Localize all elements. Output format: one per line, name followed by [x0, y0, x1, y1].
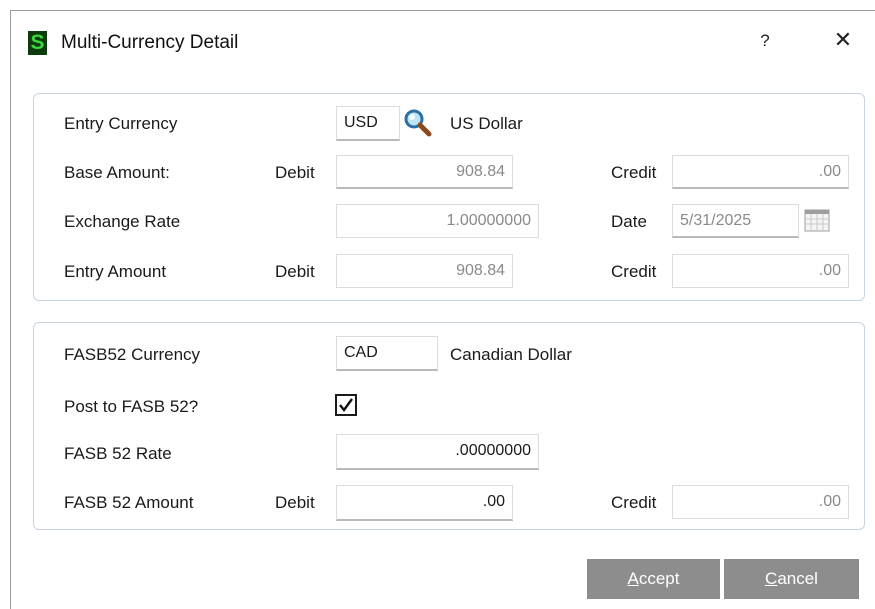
fasb52-rate-label: FASB 52 Rate	[64, 444, 172, 463]
date-label: Date	[611, 212, 647, 231]
entry-currency-code-field[interactable]: USD	[336, 106, 400, 141]
magnifier-icon[interactable]	[403, 108, 433, 138]
date-field[interactable]: 5/31/2025	[672, 204, 799, 238]
base-amount-debit-label: Debit	[275, 163, 315, 182]
cancel-label: ancel	[777, 569, 818, 588]
fasb52-amount-credit-field[interactable]: .00	[672, 485, 849, 519]
base-amount-debit-field[interactable]: 908.84	[336, 155, 513, 189]
checkmark-icon	[339, 398, 353, 412]
close-button[interactable]: ✕	[829, 26, 857, 54]
accept-mnemonic: A	[627, 569, 639, 588]
title-bar: S Multi-Currency Detail ? ✕	[11, 11, 875, 69]
fasb52-amount-label: FASB 52 Amount	[64, 493, 194, 512]
fasb52-amount-debit-field[interactable]: .00	[336, 485, 513, 521]
multi-currency-dialog: S Multi-Currency Detail ? ✕ Entry Curren…	[10, 10, 875, 609]
entry-currency-label: Entry Currency	[64, 114, 178, 133]
exchange-rate-field[interactable]: 1.00000000	[336, 204, 539, 238]
dialog-title: Multi-Currency Detail	[61, 32, 239, 53]
cancel-mnemonic: C	[765, 569, 778, 588]
cancel-button[interactable]: Cancel	[724, 559, 859, 599]
base-amount-label: Base Amount:	[64, 163, 170, 182]
help-button[interactable]: ?	[755, 29, 775, 53]
post-to-fasb52-checkbox[interactable]	[335, 394, 357, 416]
fasb52-rate-field[interactable]: .00000000	[336, 434, 539, 470]
exchange-rate-label: Exchange Rate	[64, 212, 181, 231]
base-amount-credit-label: Credit	[611, 163, 657, 182]
fasb52-amount-credit-label: Credit	[611, 493, 657, 512]
accept-label: ccept	[638, 569, 680, 588]
calendar-icon[interactable]	[804, 208, 830, 232]
accept-button[interactable]: Accept	[587, 559, 720, 599]
entry-amount-label: Entry Amount	[64, 262, 167, 281]
fasb52-currency-label: FASB52 Currency	[64, 345, 201, 364]
entry-amount-debit-label: Debit	[275, 262, 315, 281]
entry-amount-credit-field[interactable]: .00	[672, 254, 849, 288]
base-amount-credit-field[interactable]: .00	[672, 155, 849, 189]
app-logo-icon: S	[28, 31, 47, 55]
entry-amount-debit-field[interactable]: 908.84	[336, 254, 513, 288]
post-to-fasb52-label: Post to FASB 52?	[64, 397, 199, 416]
entry-currency-name: US Dollar	[450, 114, 523, 133]
fasb52-currency-code-field[interactable]: CAD	[336, 336, 438, 371]
fasb52-amount-debit-label: Debit	[275, 493, 315, 512]
entry-amount-credit-label: Credit	[611, 262, 657, 281]
fasb52-currency-name: Canadian Dollar	[450, 345, 572, 364]
